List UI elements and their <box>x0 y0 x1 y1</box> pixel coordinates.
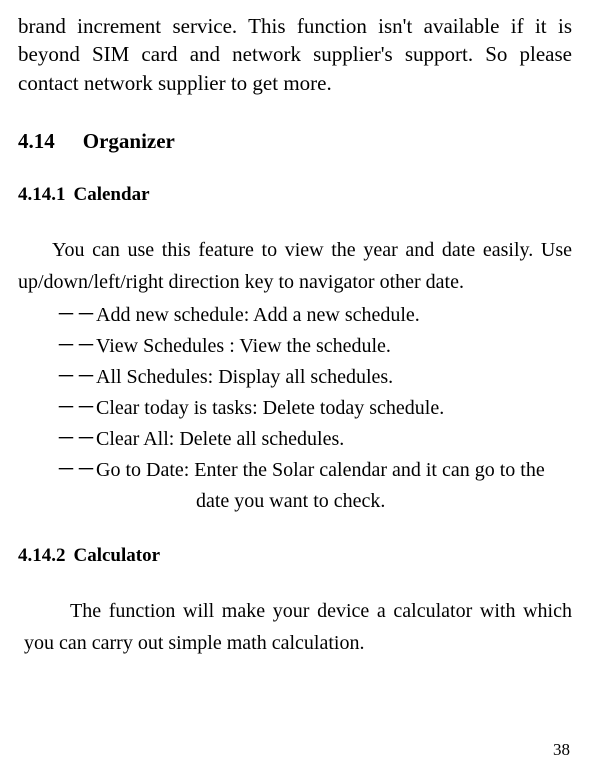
subsection-calculator-title: Calculator <box>74 545 161 566</box>
list-item-text: －－Go to Date: Enter the Solar calendar a… <box>56 459 545 481</box>
list-item: －－Go to Date: Enter the Solar calendar a… <box>18 455 572 517</box>
page-number: 38 <box>553 740 570 760</box>
section-title: Organizer <box>83 129 175 153</box>
subsection-calendar-heading: 4.14.1 Calendar <box>18 184 572 206</box>
calendar-intro: You can use this feature to view the yea… <box>18 234 572 298</box>
list-item: －－View Schedules : View the schedule. <box>18 331 572 362</box>
section-number: 4.14 <box>18 129 55 154</box>
calculator-body: The function will make your device a cal… <box>18 595 572 659</box>
subsection-calculator-number: 4.14.2 <box>18 545 66 567</box>
subsection-calendar-title: Calendar <box>74 184 150 205</box>
intro-paragraph: brand increment service. This function i… <box>18 12 572 97</box>
subsection-calculator-heading: 4.14.2 Calculator <box>18 545 572 567</box>
list-item: －－Clear All: Delete all schedules. <box>18 424 572 455</box>
list-item: －－Clear today is tasks: Delete today sch… <box>18 393 572 424</box>
list-item-continuation: date you want to check. <box>56 486 572 517</box>
list-item: －－Add new schedule: Add a new schedule. <box>18 300 572 331</box>
section-heading: 4.14 Organizer <box>18 129 572 154</box>
list-item: －－All Schedules: Display all schedules. <box>18 362 572 393</box>
subsection-calendar-number: 4.14.1 <box>18 184 66 206</box>
